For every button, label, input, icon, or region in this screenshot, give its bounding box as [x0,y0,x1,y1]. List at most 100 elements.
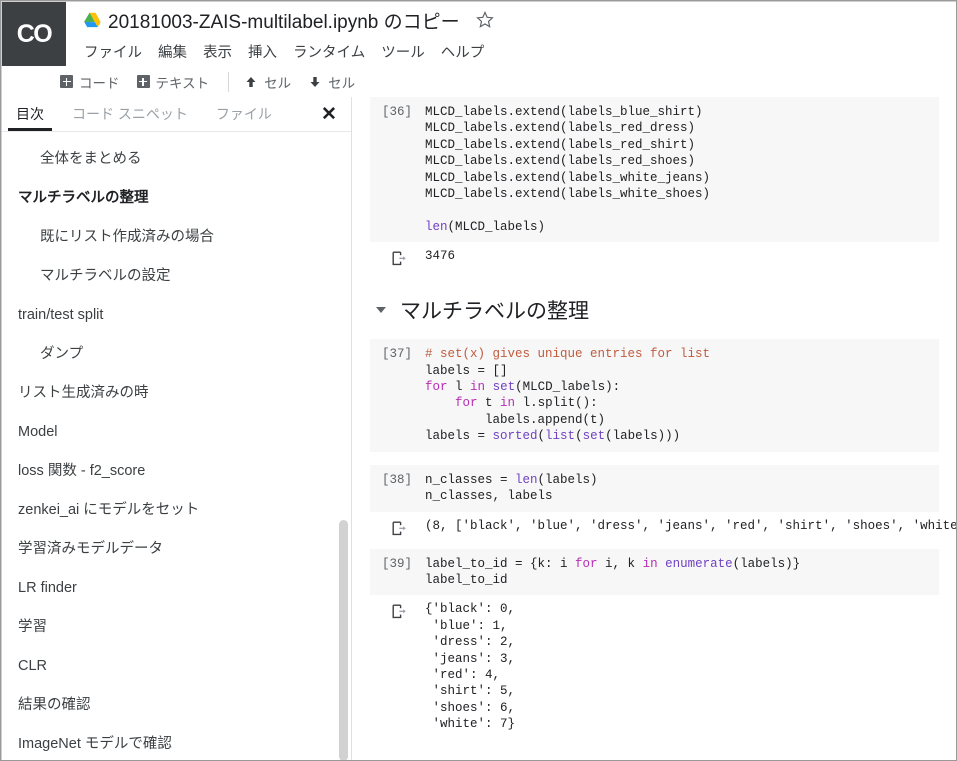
code-cell-37[interactable]: [37] # set(x) gives unique entries for l… [370,339,939,451]
code-line: (labels))) [605,429,680,443]
toc-item[interactable]: 既にリスト作成済みの場合 [2,218,351,257]
output-line: 'jeans': 3, [425,652,515,666]
arrow-down-icon [308,75,322,89]
code-line: n_classes, labels [425,489,553,503]
toc-item[interactable]: Model [2,413,351,452]
toc-item[interactable]: 学習 [2,608,351,647]
toc-item[interactable]: loss 関数 - f2_score [2,452,351,491]
code-content[interactable]: # set(x) gives unique entries for list l… [425,346,939,444]
output-line: 'white': 7} [425,717,515,731]
tab-files-label: ファイル [216,104,272,124]
cell-execution-count: [39] [370,556,425,571]
tab-files[interactable]: ファイル [202,97,286,131]
chevron-down-icon[interactable] [376,307,386,313]
output-cell-39: {'black': 0, 'blue': 1, 'dress': 2, 'jea… [370,595,939,740]
code-line: ( [575,429,583,443]
code-keyword: for [425,380,448,394]
sidebar-scrollbar[interactable] [338,132,350,761]
output-cell-36: 3476 [370,242,939,279]
toc-item[interactable]: train/test split [2,296,351,335]
menu-bar: ファイル 編集 表示 挿入 ランタイム ツール ヘルプ [84,37,957,65]
toc-item[interactable]: リスト生成済みの時 [2,374,351,413]
menu-item-help[interactable]: ヘルプ [441,41,485,62]
sidebar: 目次 コード スニペット ファイル ✕ 全体をまとめる マルチラベルの整理 既に… [2,97,352,761]
code-line: (labels)} [733,557,801,571]
toc-item[interactable]: LR finder [2,569,351,608]
menu-item-tools[interactable]: ツール [381,41,425,62]
code-line [485,380,493,394]
code-line: MLCD_labels.extend(labels_blue_shirt) [425,105,703,119]
code-cell-36[interactable]: [36] MLCD_labels.extend(labels_blue_shir… [370,97,939,242]
output-line: 'shoes': 6, [425,701,515,715]
document-title[interactable]: 20181003-ZAIS-multilabel.ipynb のコピー [108,7,460,34]
add-text-cell-button[interactable]: テキスト [137,72,210,92]
output-line: 'shirt': 5, [425,684,515,698]
code-builtin: enumerate [658,557,733,571]
code-line: (labels) [538,473,598,487]
output-arrow-icon [392,251,408,266]
toc-item[interactable]: ダンプ [2,335,351,374]
code-line: MLCD_labels.extend(labels_red_dress) [425,121,695,135]
output-marker [370,518,425,541]
code-cell-38[interactable]: [38] n_classes = len(labels) n_classes, … [370,465,939,512]
notebook-inner: [36] MLCD_labels.extend(labels_blue_shir… [360,97,957,741]
tab-table-of-contents-label: 目次 [16,104,44,124]
cell-spacer [370,452,939,465]
code-builtin: set [583,429,606,443]
menu-item-file[interactable]: ファイル [84,41,142,62]
add-text-cell-label: テキスト [156,72,210,92]
tab-code-snippets[interactable]: コード スニペット [58,97,202,131]
code-keyword: in [643,557,658,571]
move-cell-up-button[interactable]: セル [244,72,291,92]
code-content[interactable]: label_to_id = {k: i for i, k in enumerat… [425,556,939,589]
top-bar: CO 20181003-ZAIS-multilabel.ipynb のコピー [2,2,957,66]
code-keyword: in [470,380,485,394]
code-line: i, k [598,557,643,571]
code-line: label_to_id = {k: i [425,557,575,571]
sidebar-scrollbar-thumb[interactable] [339,520,348,761]
body-area: 目次 コード スニペット ファイル ✕ 全体をまとめる マルチラベルの整理 既に… [2,97,957,761]
output-text: (8, ['black', 'blue', 'dress', 'jeans', … [425,518,957,534]
code-content[interactable]: MLCD_labels.extend(labels_blue_shirt) ML… [425,104,939,235]
code-line: labels = [425,429,493,443]
title-area: 20181003-ZAIS-multilabel.ipynb のコピー ファイル… [66,2,957,65]
colab-logo[interactable]: CO [2,2,66,66]
arrow-up-icon [244,75,258,89]
code-line: (MLCD_labels) [448,220,546,234]
move-cell-down-label: セル [328,72,355,92]
menu-item-edit[interactable]: 編集 [158,41,187,62]
output-marker [370,601,425,624]
toc-item[interactable]: zenkei_ai にモデルをセット [2,491,351,530]
cell-execution-count: [37] [370,346,425,361]
add-code-cell-button[interactable]: コード [60,72,120,92]
move-cell-down-button[interactable]: セル [308,72,355,92]
output-line: 'dress': 2, [425,635,515,649]
tab-table-of-contents[interactable]: 目次 [2,97,58,131]
star-icon[interactable] [476,11,494,29]
code-line: n_classes = [425,473,515,487]
code-comment: # set(x) gives unique entries for list [425,347,710,361]
menu-item-runtime[interactable]: ランタイム [293,41,365,62]
output-line: 'red': 4, [425,668,500,682]
toolbar-divider [228,72,229,92]
output-arrow-icon [392,604,408,619]
toc-item[interactable]: 結果の確認 [2,686,351,725]
code-line [425,396,455,410]
toc-item-current[interactable]: マルチラベルの整理 [2,179,351,218]
output-line: {'black': 0, [425,602,515,616]
code-line: ( [538,429,546,443]
menu-item-insert[interactable]: 挿入 [248,41,277,62]
colab-window: CO 20181003-ZAIS-multilabel.ipynb のコピー [0,0,957,761]
toc-item[interactable]: 学習済みモデルデータ [2,530,351,569]
toc-item[interactable]: マルチラベルの設定 [2,257,351,296]
toc-item[interactable]: CLR [2,647,351,686]
toc-item[interactable]: 全体をまとめる [2,140,351,179]
close-sidebar-button[interactable]: ✕ [315,97,351,131]
move-cell-up-label: セル [264,72,291,92]
toc-item[interactable]: ImageNet モデルで確認 [2,725,351,761]
menu-item-view[interactable]: 表示 [203,41,232,62]
cell-toolbar: コード テキスト セル セル [2,66,957,97]
code-line: t [478,396,501,410]
code-content[interactable]: n_classes = len(labels) n_classes, label… [425,472,939,505]
code-cell-39[interactable]: [39] label_to_id = {k: i for i, k in enu… [370,549,939,596]
